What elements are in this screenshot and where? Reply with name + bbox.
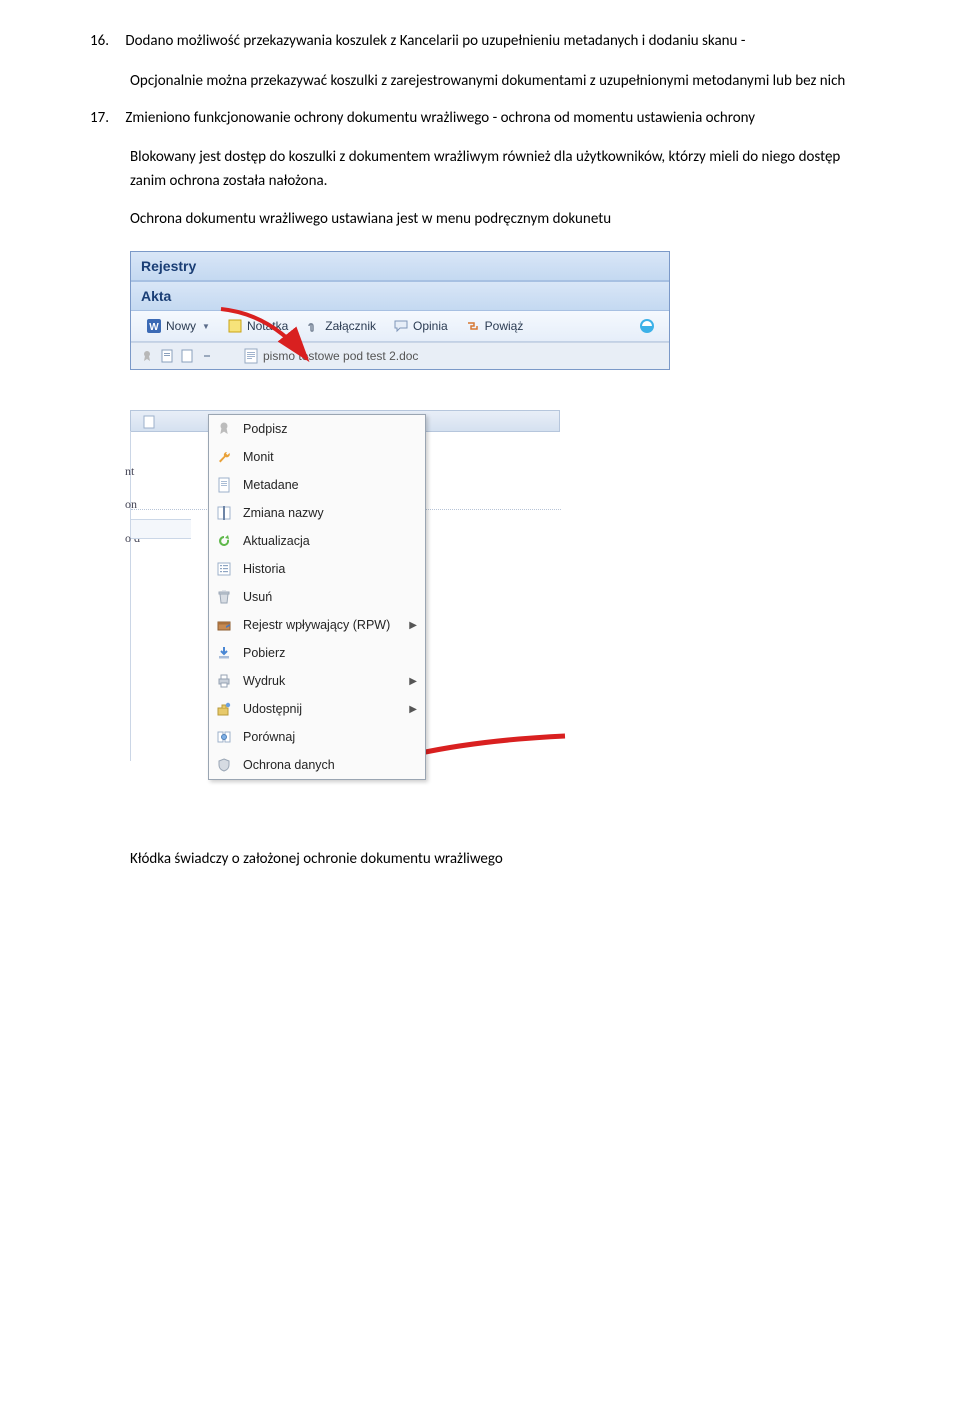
context-menu-label: Udostępnij xyxy=(243,702,302,716)
context-menu-label: Pobierz xyxy=(243,646,285,660)
opinia-label: Opinia xyxy=(413,319,448,333)
screenshot-context-menu: nt on o d PodpiszMonitMetadaneZmiana naz… xyxy=(130,410,870,800)
context-menu-label: Ochrona danych xyxy=(243,758,335,772)
document-filename: pismo testowe pod test 2.doc xyxy=(263,349,418,363)
doc-icon xyxy=(159,348,175,364)
shield-icon xyxy=(215,756,233,774)
nowy-label: Nowy xyxy=(166,319,196,333)
cut-text-nt: nt xyxy=(125,465,134,477)
page-icon xyxy=(215,476,233,494)
context-menu-item[interactable]: Wydruk ▶ xyxy=(209,667,425,695)
submenu-arrow-icon: ▶ xyxy=(409,676,417,687)
dash-icon xyxy=(199,348,215,364)
item-17-description-2: Ochrona dokumentu wrażliwego ustawiana j… xyxy=(130,207,870,231)
item-title: Zmieniono funkcjonowanie ochrony dokumen… xyxy=(125,107,865,130)
item-number: 16. xyxy=(90,30,122,53)
context-menu-label: Rejestr wpływający (RPW) xyxy=(243,618,390,632)
zalacznik-label: Załącznik xyxy=(325,319,376,333)
context-menu-label: Monit xyxy=(243,450,274,464)
context-menu-item[interactable]: Porównaj xyxy=(209,723,425,751)
zalacznik-button[interactable]: Załącznik xyxy=(298,315,383,337)
context-menu-label: Porównaj xyxy=(243,730,295,744)
download-icon xyxy=(215,644,233,662)
powiaz-label: Powiąż xyxy=(485,319,524,333)
context-menu-item[interactable]: Aktualizacja xyxy=(209,527,425,555)
context-menu-item[interactable]: Zmiana nazwy xyxy=(209,499,425,527)
submenu-arrow-icon: ▶ xyxy=(409,620,417,631)
page-icon xyxy=(141,414,157,430)
context-menu-label: Usuń xyxy=(243,590,272,604)
opinia-button[interactable]: Opinia xyxy=(386,315,455,337)
context-menu-label: Podpisz xyxy=(243,422,287,436)
word-icon: W xyxy=(146,318,162,334)
context-menu-item[interactable]: Usuń xyxy=(209,583,425,611)
context-menu-label: Historia xyxy=(243,562,285,576)
toolbar: W Nowy ▼ Notatka Załącznik Opinia xyxy=(131,311,669,342)
compare-icon xyxy=(215,728,233,746)
share-icon xyxy=(215,700,233,718)
svg-text:W: W xyxy=(149,322,159,333)
context-menu-item[interactable]: Ochrona danych xyxy=(209,751,425,779)
refresh-icon xyxy=(215,532,233,550)
ie-icon xyxy=(638,318,654,334)
screenshot-panel-akta: Rejestry Akta W Nowy ▼ Notatka Załącznik xyxy=(130,251,670,370)
nowy-button[interactable]: W Nowy ▼ xyxy=(139,315,217,337)
context-menu-label: Wydruk xyxy=(243,674,285,688)
page-lines-icon xyxy=(243,348,259,364)
item-title: Dodano możliwość przekazywania koszulek … xyxy=(125,30,865,53)
context-menu-item[interactable]: Pobierz xyxy=(209,639,425,667)
footer-note: Kłódka świadczy o założonej ochronie dok… xyxy=(130,850,870,868)
rename-icon xyxy=(215,504,233,522)
paperclip-icon xyxy=(305,318,321,334)
notatka-label: Notatka xyxy=(247,319,288,333)
list-item-17: 17. Zmieniono funkcjonowanie ochrony dok… xyxy=(90,107,870,130)
speech-icon xyxy=(393,318,409,334)
doc-icon-2 xyxy=(179,348,195,364)
context-menu-item[interactable]: Historia xyxy=(209,555,425,583)
link-icon xyxy=(465,318,481,334)
context-menu-item[interactable]: Udostępnij ▶ xyxy=(209,695,425,723)
context-menu-item[interactable]: Monit xyxy=(209,443,425,471)
item-number: 17. xyxy=(90,107,122,130)
printer-icon xyxy=(215,672,233,690)
panel-header-akta[interactable]: Akta xyxy=(131,281,669,311)
context-menu-item[interactable]: Rejestr wpływający (RPW) ▶ xyxy=(209,611,425,639)
note-icon xyxy=(227,318,243,334)
context-menu-label: Metadane xyxy=(243,478,299,492)
trash-icon xyxy=(215,588,233,606)
ribbon-icon xyxy=(139,348,155,364)
wrench-icon xyxy=(215,448,233,466)
ribbon-icon xyxy=(215,420,233,438)
context-menu-label: Aktualizacja xyxy=(243,534,310,548)
context-menu: Podpisz Monit Metadane Zmiana nazwy Aktualiz… xyxy=(208,414,426,780)
box-icon xyxy=(215,616,233,634)
document-row[interactable]: pismo testowe pod test 2.doc xyxy=(131,342,669,369)
item-16-description: Opcjonalnie można przekazywać koszulki z… xyxy=(130,69,870,93)
list-icon xyxy=(215,560,233,578)
list-item-16: 16. Dodano możliwość przekazywania koszu… xyxy=(90,30,870,53)
context-menu-item[interactable]: Podpisz xyxy=(209,415,425,443)
submenu-arrow-icon: ▶ xyxy=(409,704,417,715)
notatka-button[interactable]: Notatka xyxy=(220,315,295,337)
context-menu-label: Zmiana nazwy xyxy=(243,506,324,520)
panel-header-rejestry[interactable]: Rejestry xyxy=(131,252,669,281)
powiaz-button[interactable]: Powiąż xyxy=(458,315,531,337)
chevron-down-icon: ▼ xyxy=(202,322,210,331)
item-17-description: Blokowany jest dostęp do koszulki z doku… xyxy=(130,145,870,193)
ie-button[interactable] xyxy=(631,315,661,337)
context-menu-item[interactable]: Metadane xyxy=(209,471,425,499)
